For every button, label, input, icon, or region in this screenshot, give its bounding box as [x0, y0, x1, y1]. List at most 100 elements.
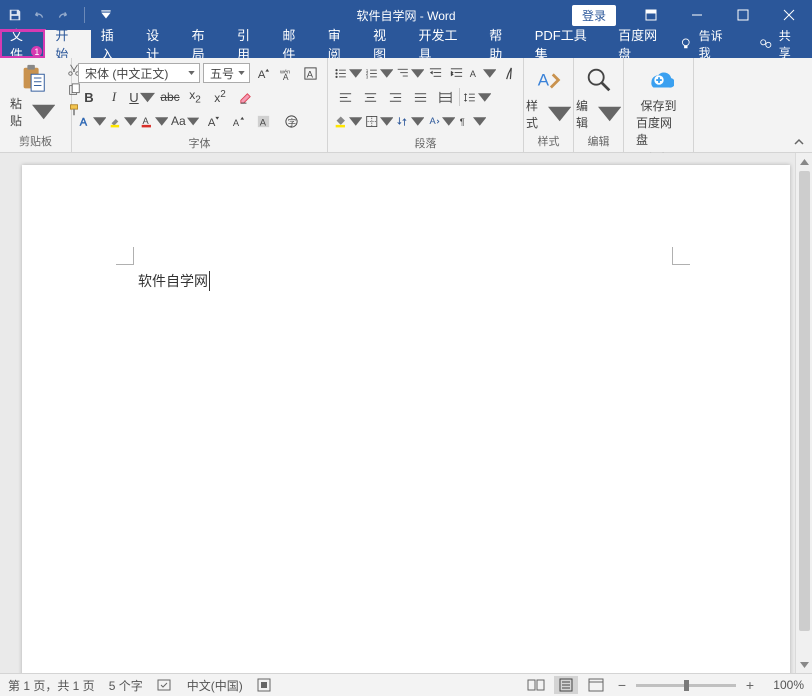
phonetic-guide-icon[interactable]: wénA — [277, 63, 298, 83]
tab-design[interactable]: 设计 — [136, 30, 181, 58]
shading-icon[interactable] — [334, 111, 362, 131]
document-page[interactable]: 软件自学网 — [22, 165, 790, 673]
svg-text:A: A — [258, 69, 266, 81]
tab-references[interactable]: 引用 — [227, 30, 272, 58]
group-clipboard-label: 剪贴板 — [4, 131, 67, 152]
spellcheck-icon[interactable] — [157, 678, 173, 692]
shrink-font-icon[interactable]: A — [202, 111, 224, 131]
styles-button[interactable]: A 样式 — [528, 61, 569, 131]
document-text[interactable]: 软件自学网 — [138, 271, 210, 291]
page-number-status[interactable]: 第 1 页，共 1 页 — [8, 677, 95, 694]
share-label[interactable]: 共享 — [779, 27, 802, 61]
zoom-in-button[interactable]: + — [742, 677, 758, 693]
collapse-ribbon-icon[interactable] — [792, 135, 806, 149]
vertical-scrollbar[interactable] — [795, 153, 812, 673]
text-effects-icon[interactable]: A — [78, 111, 106, 131]
group-font: 宋体 (中文正文) 五号 A wénA A B I U abc x2 x2 A … — [72, 58, 328, 152]
line-spacing-icon[interactable] — [463, 87, 491, 107]
tab-pdf[interactable]: PDF工具集 — [525, 30, 608, 58]
font-size-combo[interactable]: 五号 — [203, 63, 250, 83]
clear-formatting-icon[interactable] — [234, 87, 256, 107]
svg-text:A: A — [207, 117, 215, 129]
zoom-thumb[interactable] — [684, 680, 689, 691]
underline-icon[interactable]: U — [128, 87, 156, 107]
ribbon-tabs: 文件 1 开始 插入 设计 布局 引用 邮件 审阅 视图 开发工具 帮助 PDF… — [0, 30, 812, 58]
align-right-icon[interactable] — [384, 87, 406, 107]
bold-icon[interactable]: B — [78, 87, 100, 107]
redo-icon[interactable] — [56, 8, 70, 22]
subscript-icon[interactable]: x2 — [184, 87, 206, 107]
numbering-icon[interactable]: 123 — [365, 63, 393, 83]
char-shading-icon[interactable]: A — [252, 111, 274, 131]
sort-icon[interactable] — [396, 111, 424, 131]
tab-baidu[interactable]: 百度网盘 — [608, 30, 679, 58]
strikethrough-icon[interactable]: abc — [159, 87, 181, 107]
snap-to-grid-icon[interactable]: A — [427, 111, 455, 131]
ribbon: 粘贴 剪贴板 宋体 (中文正文) 五号 A wénA A B I U — [0, 58, 812, 153]
editing-button[interactable]: 编辑 — [578, 61, 619, 131]
word-count-status[interactable]: 5 个字 — [109, 677, 143, 694]
change-case-icon[interactable]: Aa — [171, 111, 199, 131]
decrease-indent-icon[interactable] — [427, 63, 445, 83]
status-bar: 第 1 页，共 1 页 5 个字 中文(中国) − + 100% — [0, 673, 812, 696]
font-name-combo[interactable]: 宋体 (中文正文) — [78, 63, 200, 83]
minimize-icon[interactable] — [674, 0, 720, 30]
asian-layout-icon[interactable]: A — [468, 63, 496, 83]
scroll-down-icon[interactable] — [796, 656, 812, 673]
tellme-label[interactable]: 告诉我 — [699, 27, 734, 61]
align-left-icon[interactable] — [334, 87, 356, 107]
zoom-slider[interactable] — [636, 684, 736, 687]
tab-mailings[interactable]: 邮件 — [272, 30, 317, 58]
print-layout-icon[interactable] — [554, 676, 578, 694]
tab-help[interactable]: 帮助 — [479, 30, 524, 58]
italic-icon[interactable]: I — [103, 87, 125, 107]
justify-icon[interactable] — [409, 87, 431, 107]
undo-icon[interactable] — [32, 8, 46, 22]
zoom-out-button[interactable]: − — [614, 677, 630, 693]
svg-text:A: A — [283, 72, 289, 81]
file-badge: 1 — [31, 46, 42, 57]
font-color-icon[interactable]: A — [140, 111, 168, 131]
show-marks-icon[interactable] — [499, 63, 517, 83]
distribute-icon[interactable] — [434, 87, 456, 107]
grow-font2-icon[interactable]: A — [227, 111, 249, 131]
save-to-baidu-button[interactable]: 保存到 百度网盘 — [628, 61, 689, 148]
tab-developer[interactable]: 开发工具 — [409, 30, 480, 58]
svg-text:A: A — [470, 68, 477, 78]
increase-indent-icon[interactable] — [448, 63, 466, 83]
scroll-thumb[interactable] — [799, 171, 810, 631]
language-status[interactable]: 中文(中国) — [187, 677, 243, 694]
maximize-icon[interactable] — [720, 0, 766, 30]
enclose-char-icon[interactable]: 字 — [277, 111, 305, 131]
svg-text:A: A — [143, 116, 150, 126]
para-settings-icon[interactable]: ¶ — [458, 111, 486, 131]
web-layout-icon[interactable] — [584, 676, 608, 694]
paste-button[interactable]: 粘贴 — [4, 61, 61, 131]
close-icon[interactable] — [766, 0, 812, 30]
multilevel-list-icon[interactable] — [396, 63, 424, 83]
macro-icon[interactable] — [257, 678, 271, 692]
qat-dropdown-icon[interactable] — [99, 8, 113, 22]
scroll-up-icon[interactable] — [796, 153, 812, 170]
tab-insert[interactable]: 插入 — [91, 30, 136, 58]
read-mode-icon[interactable] — [524, 676, 548, 694]
svg-text:A: A — [307, 69, 314, 79]
login-button[interactable]: 登录 — [572, 5, 616, 26]
highlight-icon[interactable] — [109, 111, 137, 131]
tab-file[interactable]: 文件 1 — [0, 30, 45, 58]
margin-corner-tr — [672, 247, 690, 265]
grow-font-icon[interactable]: A — [253, 63, 274, 83]
tab-home[interactable]: 开始 — [45, 30, 90, 58]
tab-review[interactable]: 审阅 — [318, 30, 363, 58]
tab-view[interactable]: 视图 — [363, 30, 408, 58]
zoom-level[interactable]: 100% — [764, 678, 804, 692]
superscript-icon[interactable]: x2 — [209, 87, 231, 107]
save-icon[interactable] — [8, 8, 22, 22]
align-center-icon[interactable] — [359, 87, 381, 107]
svg-text:3: 3 — [366, 74, 369, 79]
bullets-icon[interactable] — [334, 63, 362, 83]
char-border-icon[interactable]: A — [301, 63, 322, 83]
tab-layout[interactable]: 布局 — [182, 30, 227, 58]
borders-icon[interactable] — [365, 111, 393, 131]
svg-text:A: A — [80, 116, 88, 128]
